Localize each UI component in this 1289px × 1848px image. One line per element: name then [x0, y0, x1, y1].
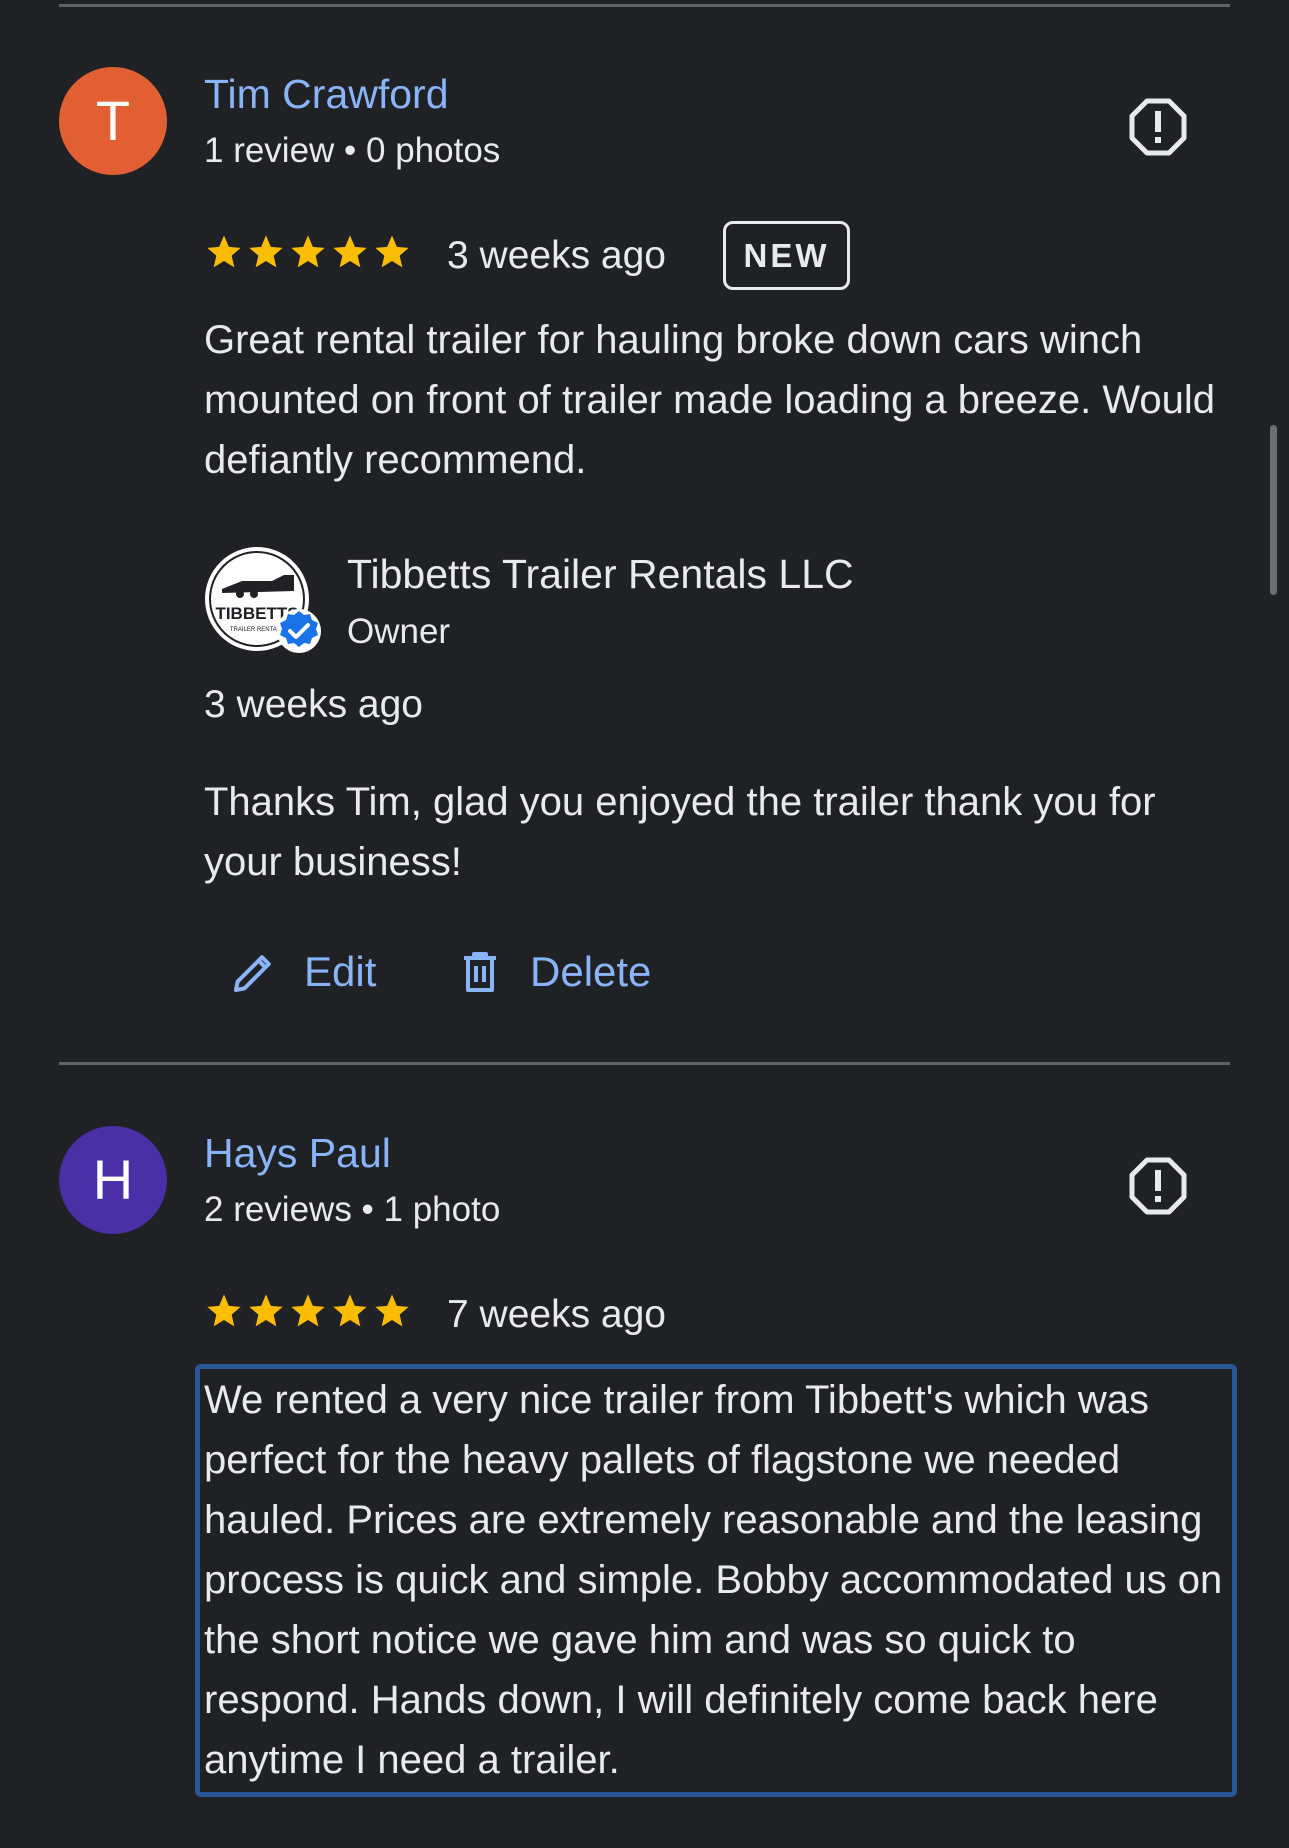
star-icon [375, 235, 409, 268]
delete-reply-button[interactable]: Delete [456, 940, 651, 1004]
report-icon[interactable] [1129, 1157, 1187, 1215]
star-icon [207, 1294, 241, 1327]
edit-label: Edit [304, 948, 377, 995]
star-rating [204, 1291, 414, 1335]
report-icon[interactable] [1129, 98, 1187, 156]
review-text: Great rental trailer for hauling broke d… [204, 318, 1215, 482]
reviewer-stats: 1 review • 0 photos [204, 131, 501, 170]
star-icon [333, 235, 367, 268]
star-icon [333, 1294, 367, 1327]
reply-time: 3 weeks ago [204, 683, 423, 726]
owner-role: Owner [347, 612, 451, 651]
reviewer-avatar[interactable]: H [59, 1126, 167, 1234]
star-icon [207, 235, 241, 268]
reviewer-stats: 2 reviews • 1 photo [204, 1190, 501, 1229]
star-rating [204, 232, 414, 276]
top-divider [59, 4, 1230, 7]
reply-text: Thanks Tim, glad you enjoyed the trailer… [204, 780, 1156, 884]
reviewer-name[interactable]: Hays Paul [204, 1129, 391, 1177]
pencil-icon [234, 955, 271, 992]
review-text: We rented a very nice trailer from Tibbe… [204, 1378, 1223, 1782]
review-time: 7 weeks ago [447, 1293, 666, 1336]
reviews-page: T Tim Crawford 1 review • 0 photos 3 wee… [0, 0, 1289, 1848]
review-time: 3 weeks ago [447, 234, 666, 277]
delete-label: Delete [530, 948, 652, 995]
scrollbar-thumb[interactable] [1270, 425, 1277, 595]
owner-name[interactable]: Tibbetts Trailer Rentals LLC [347, 550, 854, 598]
review-divider [59, 1062, 1230, 1065]
edit-reply-button[interactable]: Edit [230, 940, 376, 1004]
trash-icon [464, 952, 496, 992]
star-icon [291, 235, 325, 268]
reviewer-name[interactable]: Tim Crawford [204, 70, 449, 118]
star-icon [249, 1294, 283, 1327]
star-icon [249, 235, 283, 268]
verified-check-icon [277, 609, 321, 653]
star-icon [375, 1294, 409, 1327]
reviewer-avatar[interactable]: T [59, 67, 167, 175]
logo-subtext: TRAILER RENTALS [230, 627, 284, 633]
star-icon [291, 1294, 325, 1327]
owner-logo: TIBBETTS TRAILER RENTALS [205, 547, 321, 653]
new-badge: NEW [723, 221, 850, 290]
